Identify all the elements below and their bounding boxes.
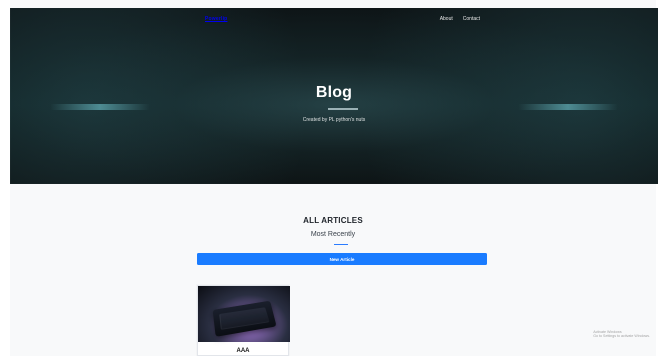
new-article-button[interactable]: New Article: [197, 253, 487, 265]
hero-light-stripe-left: [50, 104, 150, 110]
page-edge-left: [0, 0, 10, 356]
nav-link-contact[interactable]: Contact: [463, 16, 480, 22]
nav-links: About Contact: [440, 16, 480, 22]
articles-divider: [334, 244, 348, 245]
windows-activation-watermark: Activate Windows Go to Settings to activ…: [593, 330, 650, 339]
hero-light-stripe-right: [518, 104, 618, 110]
brand-link[interactable]: Powerlip: [205, 16, 227, 22]
hero-title: Blog: [315, 84, 353, 101]
hero-banner: Powerlip About Contact Blog Created by P…: [10, 8, 658, 184]
articles-subheading: Most Recently: [310, 231, 356, 238]
article-title[interactable]: AAA: [198, 348, 288, 354]
hero-divider: [328, 108, 358, 110]
article-card[interactable]: AAA: [197, 285, 290, 356]
hero-subtitle: Created by PL python's nuts: [302, 117, 366, 123]
article-thumbnail: [198, 286, 290, 342]
articles-heading: ALL ARTICLES: [303, 216, 363, 225]
watermark-line-2: Go to Settings to activate Windows.: [593, 334, 650, 339]
nav-link-about[interactable]: About: [440, 16, 453, 22]
page: Powerlip About Contact Blog Created by P…: [0, 0, 666, 356]
top-navbar: Powerlip About Contact: [10, 8, 658, 30]
